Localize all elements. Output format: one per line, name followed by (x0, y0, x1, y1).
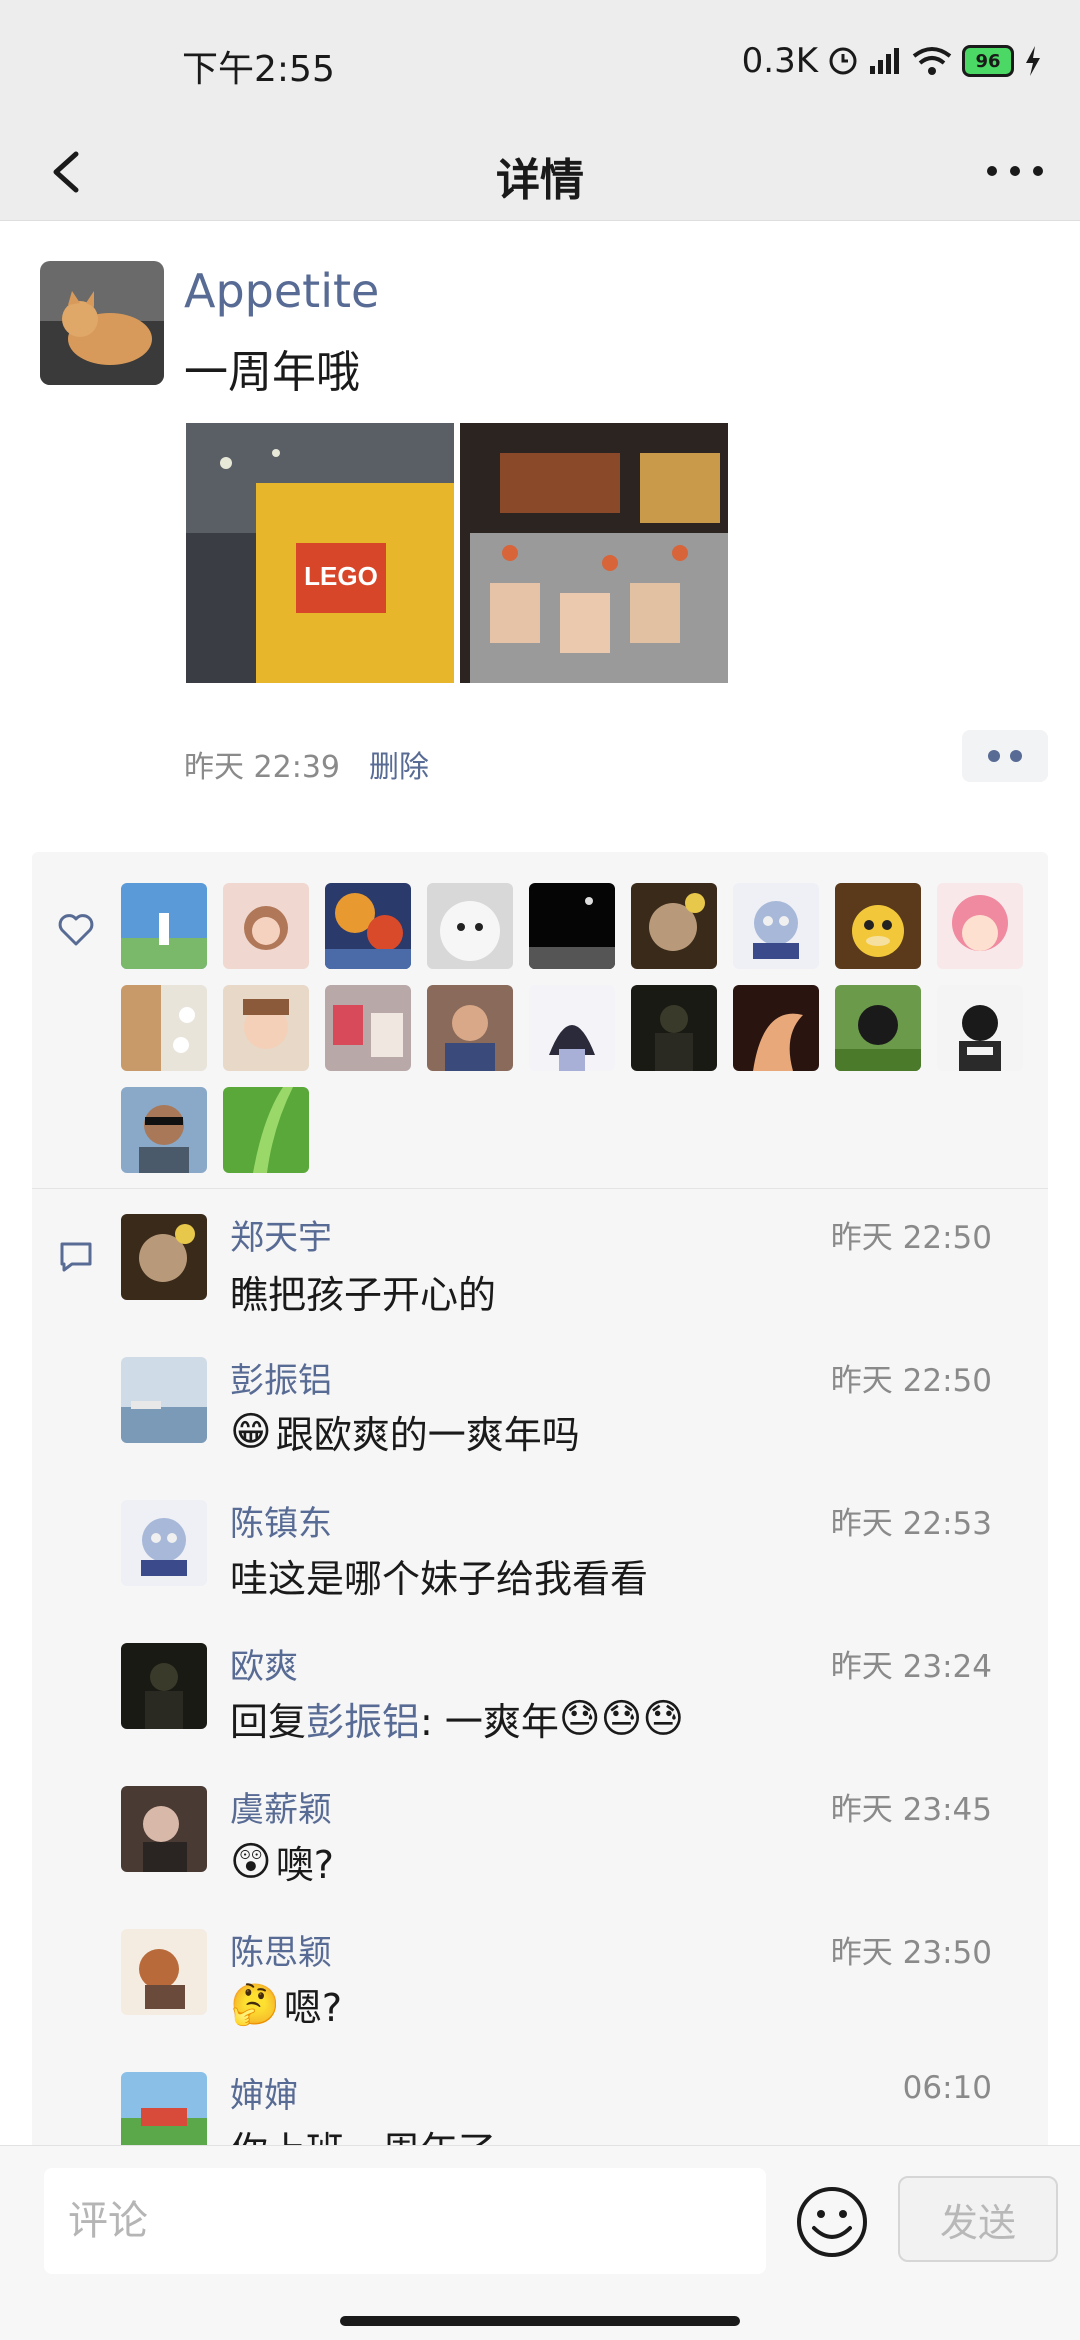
comment-text[interactable]: 哇这是哪个妹子给我看看 (230, 1548, 648, 1603)
like-avatar[interactable] (223, 1087, 309, 1173)
delete-post-link[interactable]: 删除 (369, 742, 429, 786)
post-image-1[interactable]: LEGO (186, 423, 454, 683)
comment-avatar[interactable] (121, 1786, 207, 1872)
comment-avatar[interactable] (121, 1357, 207, 1443)
sweat-emoji-icon: 😓😓😓 (558, 1695, 685, 1742)
like-avatar[interactable] (937, 985, 1023, 1071)
like-avatar[interactable] (733, 883, 819, 969)
comment-text-content: : 一爽年 (420, 1700, 559, 1744)
like-avatar[interactable] (631, 883, 717, 969)
post-author-avatar[interactable] (40, 261, 164, 385)
reply-prefix: 回复 (230, 1700, 307, 1744)
charging-icon (1026, 46, 1040, 76)
battery-indicator: 96 (962, 45, 1014, 77)
comment-avatar[interactable] (121, 1500, 207, 1586)
comment-text[interactable]: 🤔 嗯? (230, 1977, 342, 2032)
like-avatar[interactable] (529, 883, 615, 969)
comment-time: 06:10 (902, 2070, 992, 2106)
like-avatar[interactable] (121, 883, 207, 969)
comment-time: 昨天 22:53 (830, 1506, 992, 1542)
comment-avatar[interactable] (121, 1214, 207, 1300)
status-icons: 0.3K 96 (742, 38, 1042, 84)
comment-avatar[interactable] (121, 1643, 207, 1729)
like-avatar[interactable] (325, 883, 411, 969)
like-comment-button[interactable] (962, 730, 1048, 782)
post-author-name[interactable]: Appetite (184, 264, 379, 318)
like-avatar[interactable] (427, 883, 513, 969)
page-title: 详情 (496, 155, 584, 206)
network-speed: 0.3K (741, 41, 818, 81)
like-avatar[interactable] (427, 985, 513, 1071)
emoji-picker-icon[interactable] (794, 2184, 870, 2260)
comment-author[interactable]: 陈思颖 (230, 1925, 332, 1974)
comment-input-bar: 发送 (0, 2145, 1080, 2291)
status-bar: 下午2:55 0.3K 96 (0, 0, 1080, 124)
comment-time: 昨天 23:24 (830, 1649, 992, 1685)
comment-avatar[interactable] (121, 1929, 207, 2015)
comment-time: 昨天 23:50 (830, 1935, 992, 1971)
comment-author[interactable]: 陈镇东 (230, 1496, 332, 1545)
alarm-icon (829, 47, 857, 75)
comment-icon (60, 1242, 92, 1272)
like-avatar[interactable] (835, 883, 921, 969)
comment-author[interactable]: 虞薪颖 (230, 1782, 332, 1831)
post-text: 一周年哦 (184, 347, 360, 398)
status-time: 下午2:55 (182, 49, 335, 90)
home-indicator[interactable] (340, 2316, 740, 2326)
comment-time: 昨天 22:50 (830, 1220, 992, 1256)
post-image-2[interactable] (460, 423, 728, 683)
like-avatar[interactable] (121, 1087, 207, 1173)
more-options-icon[interactable] (980, 146, 1050, 196)
comment-text[interactable]: 瞧把孩子开心的 (230, 1264, 496, 1319)
comment-text-content: 跟欧爽的一爽年吗 (275, 1413, 580, 1457)
like-avatar[interactable] (121, 985, 207, 1071)
like-avatar[interactable] (223, 883, 309, 969)
comment-author[interactable]: 欧爽 (230, 1639, 298, 1688)
reply-target-name[interactable]: 彭振铝 (306, 1691, 420, 1746)
title-bar: 详情 (0, 124, 1080, 221)
like-avatar[interactable] (529, 985, 615, 1071)
thinking-emoji-icon: 🤔 (230, 1982, 280, 2028)
like-avatar[interactable] (733, 985, 819, 1071)
comment-text-content: 哇这是哪个妹子给我看看 (230, 1557, 649, 1601)
wifi-icon (912, 47, 952, 75)
comment-text-content: 噢? (275, 1843, 334, 1887)
comment-text-content: 嗯? (283, 1986, 342, 2030)
comment-author[interactable]: 婶婶 (230, 2068, 298, 2117)
comment-text[interactable]: 😲 噢? (230, 1834, 334, 1889)
navigation-bar (0, 2290, 1080, 2340)
comment-author[interactable]: 郑天宇 (230, 1210, 332, 1259)
signal-icon (870, 48, 899, 74)
comment-text[interactable]: 回复 彭振铝: 一爽年 😓😓😓 (230, 1691, 688, 1746)
comment-text-content: 瞧把孩子开心的 (230, 1273, 497, 1317)
comment-time: 昨天 23:45 (830, 1792, 992, 1828)
surprised-emoji-icon: 😲 (230, 1838, 272, 1885)
send-button[interactable]: 发送 (898, 2176, 1058, 2262)
like-avatar[interactable] (937, 883, 1023, 969)
like-avatar[interactable] (223, 985, 309, 1071)
heart-icon (58, 914, 94, 946)
like-avatar[interactable] (631, 985, 717, 1071)
comment-time: 昨天 22:50 (830, 1363, 992, 1399)
like-avatar[interactable] (325, 985, 411, 1071)
post-timestamp: 昨天 22:39 (184, 750, 340, 785)
comment-text[interactable]: 😁 跟欧爽的一爽年吗 (230, 1404, 580, 1459)
like-avatar[interactable] (835, 985, 921, 1071)
comment-author[interactable]: 彭振铝 (230, 1353, 332, 1402)
grin-emoji-icon: 😁 (230, 1408, 272, 1455)
comment-input[interactable] (44, 2168, 766, 2274)
svg-text:LEGO: LEGO (304, 561, 378, 591)
